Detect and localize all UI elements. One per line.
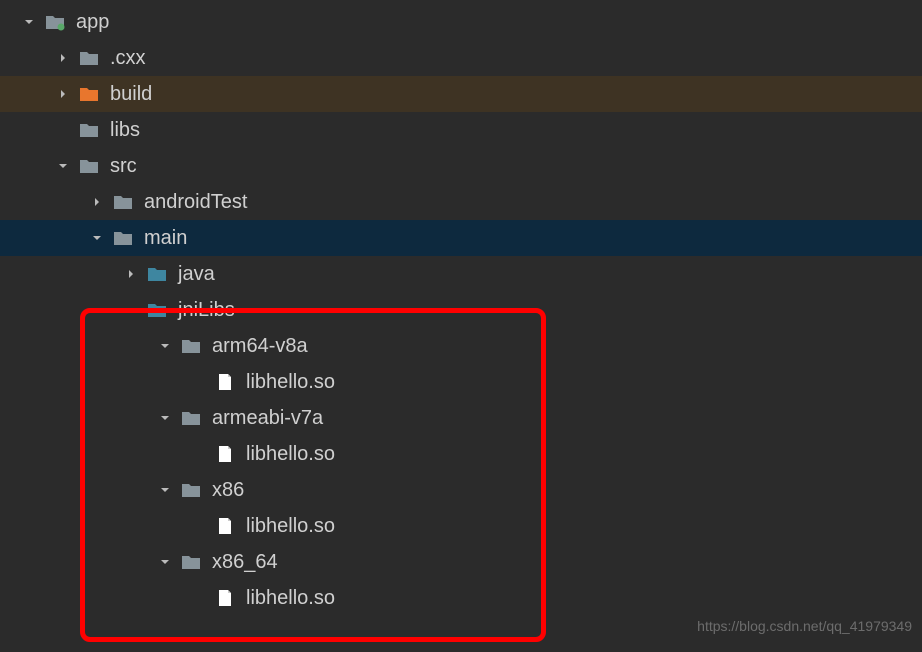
tree-label: jniLibs (178, 299, 235, 322)
tree-label: libhello.so (246, 443, 335, 466)
watermark-text: https://blog.csdn.net/qq_41979349 (697, 618, 912, 634)
chevron-down-icon (122, 301, 140, 319)
tree-label: main (144, 227, 187, 250)
tree-label: src (110, 155, 137, 178)
file-icon (214, 515, 236, 537)
chevron-down-icon (88, 229, 106, 247)
tree-item-libs[interactable]: libs (0, 112, 922, 148)
tree-item-build[interactable]: build (0, 76, 922, 112)
folder-icon (112, 227, 134, 249)
file-icon (214, 443, 236, 465)
tree-item-x86[interactable]: x86 (0, 472, 922, 508)
tree-item-armeabiv7a[interactable]: armeabi-v7a (0, 400, 922, 436)
tree-item-x8664[interactable]: x86_64 (0, 544, 922, 580)
folder-icon (78, 119, 100, 141)
file-icon (214, 371, 236, 393)
chevron-down-icon (156, 553, 174, 571)
tree-item-libhello1[interactable]: libhello.so (0, 364, 922, 400)
tree-label: arm64-v8a (212, 335, 308, 358)
tree-label: libs (110, 119, 140, 142)
tree-item-main[interactable]: main (0, 220, 922, 256)
folder-icon (180, 551, 202, 573)
tree-item-androidtest[interactable]: androidTest (0, 184, 922, 220)
tree-item-jnilibs[interactable]: jniLibs (0, 292, 922, 328)
folder-icon (78, 47, 100, 69)
chevron-down-icon (156, 409, 174, 427)
tree-item-libhello2[interactable]: libhello.so (0, 436, 922, 472)
file-icon (214, 587, 236, 609)
tree-label: build (110, 83, 152, 106)
tree-item-java[interactable]: java (0, 256, 922, 292)
tree-label: app (76, 11, 109, 34)
tree-label: androidTest (144, 191, 247, 214)
file-tree: app .cxx build libs src androidTest main… (0, 0, 922, 616)
folder-build-icon (78, 83, 100, 105)
tree-label: .cxx (110, 47, 146, 70)
chevron-down-icon (156, 337, 174, 355)
chevron-right-icon (54, 85, 72, 103)
tree-label: armeabi-v7a (212, 407, 323, 430)
folder-module-icon (44, 11, 66, 33)
tree-label: java (178, 263, 215, 286)
folder-icon (180, 335, 202, 357)
tree-item-libhello3[interactable]: libhello.so (0, 508, 922, 544)
tree-item-src[interactable]: src (0, 148, 922, 184)
folder-icon (78, 155, 100, 177)
tree-item-arm64v8a[interactable]: arm64-v8a (0, 328, 922, 364)
tree-label: libhello.so (246, 371, 335, 394)
chevron-right-icon (54, 49, 72, 67)
chevron-down-icon (20, 13, 38, 31)
chevron-down-icon (54, 157, 72, 175)
tree-label: libhello.so (246, 587, 335, 610)
chevron-right-icon (122, 265, 140, 283)
folder-source-icon (146, 299, 168, 321)
chevron-right-icon (88, 193, 106, 211)
tree-item-app[interactable]: app (0, 4, 922, 40)
tree-label: libhello.so (246, 515, 335, 538)
tree-label: x86_64 (212, 551, 278, 574)
tree-item-cxx[interactable]: .cxx (0, 40, 922, 76)
folder-icon (180, 407, 202, 429)
chevron-down-icon (156, 481, 174, 499)
folder-icon (180, 479, 202, 501)
tree-item-libhello4[interactable]: libhello.so (0, 580, 922, 616)
tree-label: x86 (212, 479, 244, 502)
folder-icon (112, 191, 134, 213)
folder-source-icon (146, 263, 168, 285)
